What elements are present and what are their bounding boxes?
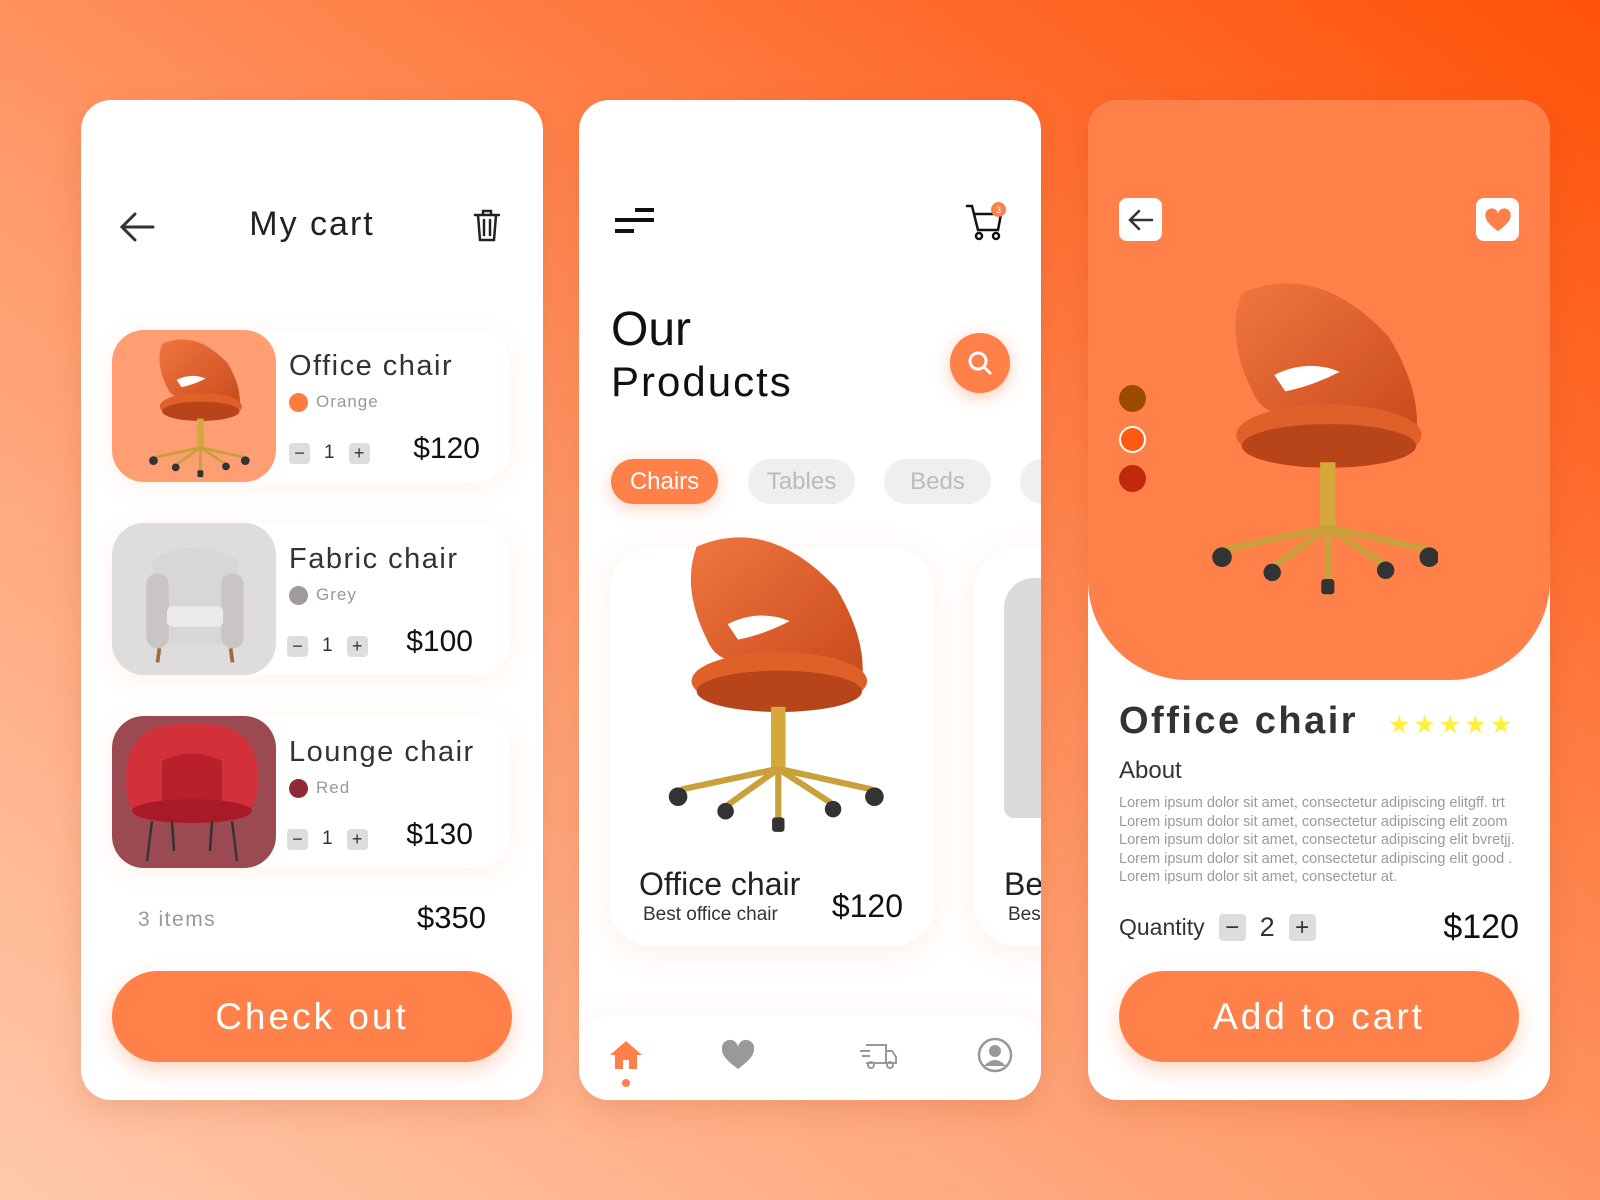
item-color: Orange — [289, 392, 379, 412]
about-line: Lorem ipsum dolor sit amet, consectetur … — [1119, 850, 1513, 867]
rating-stars: ★ ★ ★ ★ ★ — [1388, 710, 1512, 740]
star-icon: ★ — [1489, 711, 1513, 739]
quantity-value: 1 — [322, 635, 333, 656]
products-screen: 3 Our Products Chairs Tables Beds Office… — [579, 100, 1041, 1100]
product-hero — [1088, 100, 1550, 680]
star-icon: ★ — [1438, 711, 1462, 739]
increment-button[interactable]: + — [346, 635, 368, 657]
cart-total: $350 — [417, 900, 486, 935]
product-price: $120 — [1443, 908, 1519, 946]
product-price: $120 — [831, 888, 903, 924]
about-text: Lorem ipsum dolor sit amet, consectetur … — [1119, 794, 1529, 887]
product-image — [1004, 578, 1041, 818]
product-subtitle: Bes — [1008, 904, 1041, 925]
menu-icon[interactable] — [615, 208, 655, 236]
quantity-value: 1 — [324, 442, 335, 463]
tab-chairs[interactable]: Chairs — [611, 459, 718, 504]
bottom-nav — [579, 1015, 1041, 1100]
cart-button[interactable]: 3 — [965, 202, 1009, 244]
cart-badge: 3 — [991, 202, 1006, 217]
star-icon: ★ — [1388, 711, 1411, 739]
quantity-stepper: −1 + — [289, 442, 370, 464]
quantity-value: 2 — [1259, 912, 1275, 942]
color-name: Grey — [316, 585, 357, 604]
home-icon[interactable] — [606, 1035, 646, 1075]
product-image — [112, 330, 276, 482]
color-name: Red — [316, 778, 351, 797]
cart-item[interactable]: Fabric chair Grey −1 + $100 — [112, 523, 510, 675]
item-color: Grey — [289, 585, 357, 605]
quantity-row: Quantity − 2 + — [1119, 912, 1316, 943]
color-swatch-orange[interactable] — [1119, 426, 1146, 453]
star-icon: ★ — [1464, 711, 1487, 739]
active-indicator — [622, 1079, 630, 1087]
cart-item[interactable]: Office chair Orange −1 + $120 — [112, 330, 510, 482]
tab-more[interactable] — [1020, 459, 1041, 504]
title-line2: Products — [611, 358, 793, 405]
search-button[interactable] — [950, 333, 1010, 393]
color-dot — [289, 585, 308, 605]
item-name: Office chair — [289, 350, 454, 382]
item-name: Fabric chair — [289, 543, 459, 575]
decrement-button[interactable]: − — [287, 828, 308, 850]
color-swatch-red[interactable] — [1119, 465, 1146, 492]
item-price: $100 — [406, 625, 473, 658]
product-image — [112, 716, 276, 868]
decrement-button[interactable]: − — [289, 442, 310, 464]
star-icon: ★ — [1413, 711, 1436, 739]
about-label: About — [1119, 757, 1182, 784]
product-name: Be — [1004, 866, 1041, 902]
heart-icon[interactable] — [718, 1035, 758, 1075]
increment-button[interactable]: + — [1288, 914, 1316, 941]
increment-button[interactable]: + — [346, 828, 368, 850]
product-image — [1198, 270, 1438, 605]
title-line1: Our — [611, 303, 692, 356]
user-icon[interactable] — [975, 1035, 1015, 1075]
product-name: Office chair — [1119, 700, 1359, 742]
product-card[interactable]: Be Bes — [974, 548, 1041, 946]
add-to-cart-button[interactable]: Add to cart — [1119, 971, 1519, 1062]
item-color: Red — [289, 778, 350, 798]
product-image — [112, 523, 276, 675]
item-price: $130 — [406, 818, 473, 851]
heart-icon — [1484, 207, 1511, 231]
product-subtitle: Best office chair — [643, 904, 778, 925]
delivery-truck-icon[interactable] — [858, 1035, 898, 1075]
about-line: Lorem ipsum dolor sit amet, consectetur … — [1119, 832, 1515, 848]
about-line: Lorem ipsum dolor sit amet, consectetur … — [1119, 795, 1505, 811]
trash-icon[interactable] — [473, 208, 501, 242]
product-name: Office chair — [639, 866, 801, 902]
quantity-value: 1 — [322, 828, 333, 849]
increment-button[interactable]: + — [348, 442, 370, 464]
color-name: Orange — [316, 392, 379, 411]
cart-screen: My cart Office chair Orange −1 + $120 Fab… — [81, 100, 543, 1100]
decrement-button[interactable]: − — [1218, 914, 1246, 941]
color-swatch-brown[interactable] — [1119, 385, 1146, 412]
quantity-stepper: −1 + — [287, 828, 368, 850]
tab-tables[interactable]: Tables — [748, 459, 855, 504]
back-button[interactable] — [1119, 198, 1162, 241]
item-price: $120 — [413, 432, 480, 465]
item-name: Lounge chair — [289, 736, 475, 768]
product-image — [654, 526, 884, 841]
checkout-button[interactable]: Check out — [112, 971, 512, 1062]
quantity-stepper: −1 + — [287, 635, 368, 657]
cart-item[interactable]: Lounge chair Red −1 + $130 — [112, 716, 510, 868]
quantity-label: Quantity — [1119, 914, 1205, 940]
product-detail-screen: Office chair ★ ★ ★ ★ ★ About Lorem ipsum dol… — [1088, 100, 1550, 1100]
decrement-button[interactable]: − — [287, 635, 308, 657]
arrow-left-icon — [1127, 209, 1153, 230]
search-icon — [968, 351, 992, 375]
color-dot — [289, 392, 308, 412]
color-dot — [289, 778, 308, 798]
favorite-button[interactable] — [1476, 198, 1519, 241]
about-line: Lorem ipsum dolor sit amet, consectetur … — [1119, 813, 1508, 830]
tab-beds[interactable]: Beds — [884, 459, 991, 504]
about-line: Lorem ipsum dolor sit amet, consectetur … — [1119, 869, 1398, 885]
product-card[interactable]: Office chair Best office chair $120 — [610, 548, 934, 946]
item-count: 3 items — [138, 908, 217, 931]
